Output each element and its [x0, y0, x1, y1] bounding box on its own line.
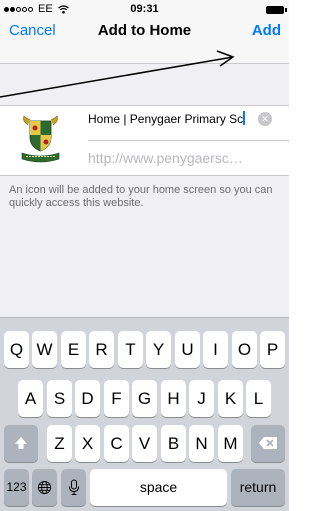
- globe-key[interactable]: [32, 469, 57, 506]
- page-title: Add to Home: [97, 22, 192, 39]
- microphone-icon: [68, 479, 79, 495]
- status-time: 09:31: [130, 3, 159, 15]
- key-a[interactable]: A: [18, 380, 43, 417]
- key-j[interactable]: J: [189, 380, 214, 417]
- return-key[interactable]: return: [231, 469, 285, 506]
- key-b[interactable]: B: [161, 425, 186, 462]
- key-o[interactable]: O: [232, 331, 257, 368]
- onscreen-keyboard: Q W E R T Y U I O P A S D F G H J K L Z …: [0, 317, 289, 511]
- key-k[interactable]: K: [218, 380, 243, 417]
- key-p[interactable]: P: [260, 331, 285, 368]
- key-c[interactable]: C: [104, 425, 129, 462]
- delete-key[interactable]: [251, 425, 285, 462]
- key-e[interactable]: E: [61, 331, 86, 368]
- clear-text-icon[interactable]: ✕: [258, 112, 272, 126]
- globe-icon: [37, 480, 52, 495]
- shift-arrow-icon: [15, 437, 27, 449]
- key-u[interactable]: U: [175, 331, 200, 368]
- key-g[interactable]: G: [132, 380, 157, 417]
- key-i[interactable]: I: [203, 331, 228, 368]
- key-t[interactable]: T: [118, 331, 143, 368]
- dictation-key[interactable]: [61, 469, 86, 506]
- battery-icon: [266, 6, 287, 14]
- bookmark-title-input[interactable]: Home | Penygaer Primary Sc: [88, 111, 258, 129]
- text-cursor: [243, 111, 246, 125]
- key-h[interactable]: H: [161, 380, 186, 417]
- key-z[interactable]: Z: [47, 425, 72, 462]
- add-button[interactable]: Add: [252, 22, 281, 39]
- form-row-divider: [88, 140, 289, 141]
- add-to-home-info-text: An icon will be added to your home scree…: [9, 184, 273, 209]
- key-y[interactable]: Y: [146, 331, 171, 368]
- key-d[interactable]: D: [75, 380, 100, 417]
- status-bar: EE 09:31: [0, 0, 289, 20]
- key-s[interactable]: S: [47, 380, 72, 417]
- bookmark-url-label: http://www.penygaersc…: [88, 150, 243, 166]
- key-r[interactable]: R: [89, 331, 114, 368]
- space-key[interactable]: space: [90, 469, 227, 506]
- key-n[interactable]: N: [189, 425, 214, 462]
- key-w[interactable]: W: [32, 331, 57, 368]
- shift-key[interactable]: [4, 425, 38, 462]
- numbers-key[interactable]: 123: [4, 469, 29, 506]
- backspace-icon: [259, 437, 277, 449]
- key-q[interactable]: Q: [4, 331, 29, 368]
- key-m[interactable]: M: [218, 425, 243, 462]
- key-v[interactable]: V: [132, 425, 157, 462]
- key-x[interactable]: X: [75, 425, 100, 462]
- key-f[interactable]: F: [104, 380, 129, 417]
- key-l[interactable]: L: [246, 380, 271, 417]
- penygaer-school-crest-icon: [21, 115, 60, 163]
